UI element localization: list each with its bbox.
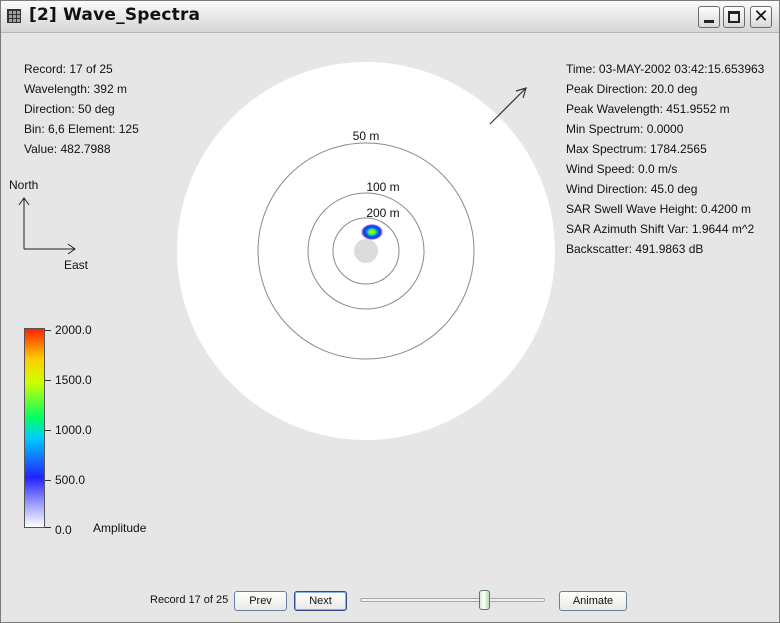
title-bar[interactable]: [2] Wave_Spectra ✕ [1,1,779,33]
window-title: [2] Wave_Spectra [29,5,201,25]
colorbar-tick [45,380,51,381]
maximize-icon [728,11,740,23]
wave-spectra-window: [2] Wave_Spectra ✕ Record: 17 of 25 Wave… [0,0,780,623]
close-icon: ✕ [753,6,769,27]
spectrum-peak [361,224,383,240]
direction-text: Direction: 50 deg [24,102,115,116]
max-spectrum-text: Max Spectrum: 1784.2565 [566,142,707,156]
amplitude-colorbar [24,328,45,528]
wind-direction-arrow [489,87,527,125]
prev-button[interactable]: Prev [234,591,287,611]
colorbar-tick [45,527,51,528]
colorbar-tick [45,330,51,331]
maximize-button[interactable] [723,6,745,28]
value-text: Value: 482.7988 [24,142,111,156]
wind-speed-text: Wind Speed: 0.0 m/s [566,162,678,176]
colorbar-tick [45,480,51,481]
ring-label-200m: 200 m [366,206,399,220]
animate-button[interactable]: Animate [559,591,627,611]
colorbar-label-2000: 2000.0 [55,323,92,337]
wind-direction-text: Wind Direction: 45.0 deg [566,182,698,196]
compass-arrows [18,197,76,255]
app-icon [7,9,21,23]
sar-azimuth-text: SAR Azimuth Shift Var: 1.9644 m^2 [566,222,755,236]
colorbar-title: Amplitude [93,521,147,535]
bin-text: Bin: 6,6 Element: 125 [24,122,139,136]
record-slider[interactable] [360,598,545,602]
peak-wavelength-text: Peak Wavelength: 451.9552 m [566,102,730,116]
north-label: North [9,178,39,192]
center-mask [354,239,378,263]
colorbar-label-1000: 1000.0 [55,423,92,437]
wavelength-text: Wavelength: 392 m [24,82,127,96]
record-info-panel: Record: 17 of 25 Wavelength: 392 m Direc… [24,59,139,159]
colorbar-label-0: 0.0 [55,523,72,537]
next-button[interactable]: Next [294,591,347,611]
record-text: Record: 17 of 25 [24,62,113,76]
east-label: East [64,258,89,272]
content-area: Record: 17 of 25 Wavelength: 392 m Direc… [1,34,779,622]
close-button[interactable]: ✕ [750,6,772,28]
ring-label-100m: 100 m [366,180,399,194]
record-slider-thumb[interactable] [479,590,490,610]
colorbar-tick [45,430,51,431]
minimize-icon [704,20,714,23]
backscatter-text: Backscatter: 491.9863 dB [566,242,704,256]
colorbar-label-500: 500.0 [55,473,86,487]
minimize-button[interactable] [698,6,720,28]
sar-swell-text: SAR Swell Wave Height: 0.4200 m [566,202,751,216]
colorbar-label-1500: 1500.0 [55,373,92,387]
time-text: Time: 03-MAY-2002 03:42:15.653963 [566,62,765,76]
record-counter: Record 17 of 25 [150,594,229,606]
ring-label-50m: 50 m [353,129,380,143]
peak-direction-text: Peak Direction: 20.0 deg [566,82,698,96]
min-spectrum-text: Min Spectrum: 0.0000 [566,122,684,136]
spectrum-info-panel: Time: 03-MAY-2002 03:42:15.653963 Peak D… [566,59,764,259]
